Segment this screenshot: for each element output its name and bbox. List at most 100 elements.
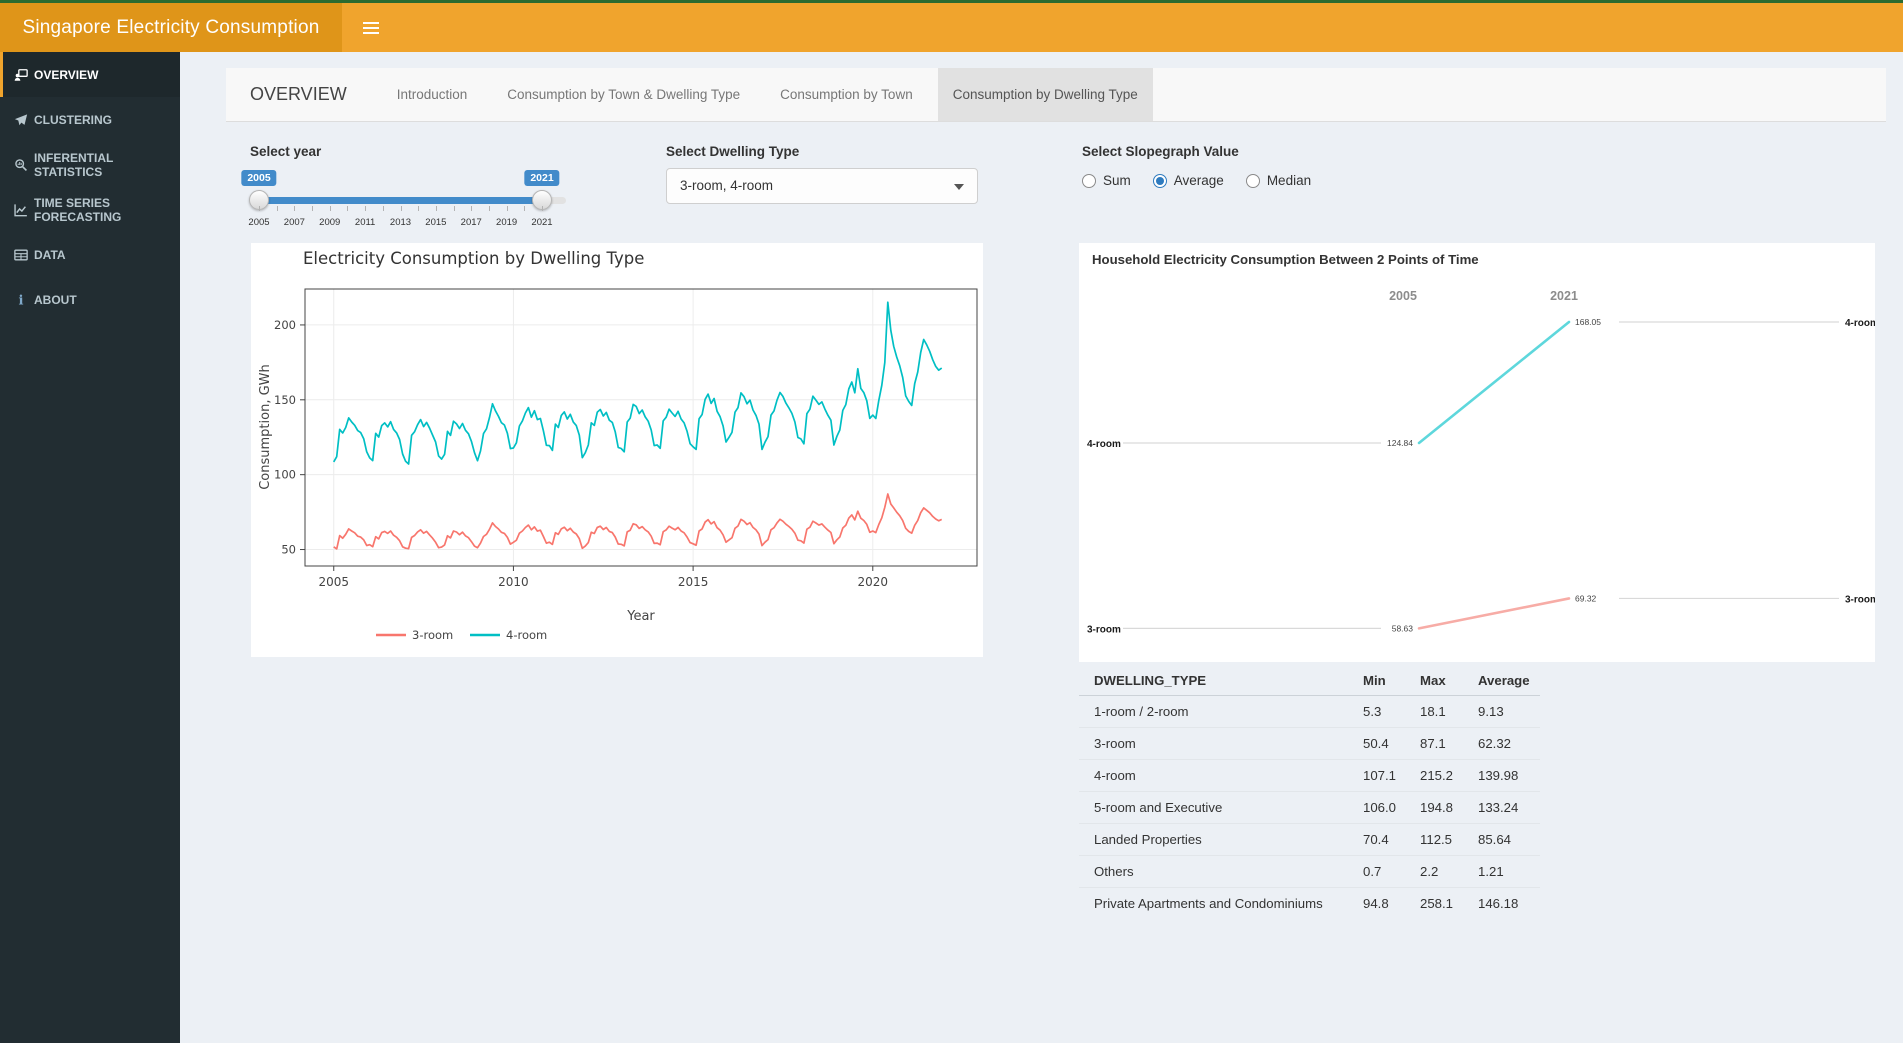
slider-from-bubble: 2005	[241, 170, 277, 186]
table-col-average: Average	[1478, 666, 1540, 696]
slider-range-fill[interactable]	[259, 197, 542, 204]
radio-option-label: Average	[1173, 173, 1224, 188]
table-cell: 194.8	[1420, 791, 1478, 824]
table-cell: 4-room	[1079, 759, 1363, 792]
svg-text:4-room: 4-room	[1845, 318, 1875, 329]
slider-tick-label: 2011	[354, 217, 376, 228]
sidebar-item-overview[interactable]: OVERVIEW	[0, 52, 180, 97]
slope-radio-group: Sum Average Median	[1082, 173, 1333, 188]
slider-tick	[259, 206, 260, 211]
table-cell: 106.0	[1363, 791, 1420, 824]
table-cell: 139.98	[1478, 759, 1540, 792]
plot-border	[304, 288, 978, 567]
slopegraph-chart[interactable]: 2005 2021 4-room 124.84 168.05 4-room 3-room 58…	[1079, 243, 1879, 662]
sidebar-toggle-icon[interactable]	[353, 17, 389, 39]
header: Singapore Electricity Consumption	[0, 3, 1903, 52]
radio-circle-icon	[1082, 173, 1096, 188]
slider-tick	[435, 206, 437, 211]
table-row: 1-room / 2-room 5.3 18.1 9.13	[1079, 695, 1540, 728]
slider-tick	[524, 206, 526, 211]
svg-text:100: 100	[274, 468, 296, 482]
radio-median[interactable]: Median	[1245, 173, 1312, 188]
table-icon	[14, 248, 28, 262]
svg-text:2020: 2020	[858, 575, 889, 589]
slider-tick	[294, 206, 296, 211]
chevron-down-icon	[954, 184, 964, 190]
slider-tick	[347, 206, 349, 211]
tab-consumption-by-town[interactable]: Consumption by Town	[765, 68, 928, 121]
slider-tick	[312, 206, 314, 211]
sidebar-item-label: TIME SERIES FORECASTING	[34, 195, 122, 224]
slider-tick-label: 2019	[496, 217, 518, 228]
slider-tick	[382, 206, 384, 211]
svg-text:3-room: 3-room	[1845, 594, 1875, 605]
svg-text:2005: 2005	[318, 575, 349, 589]
slider-tick-label: 2005	[248, 217, 270, 228]
sidebar-item-time-series-forecasting[interactable]: TIME SERIES FORECASTING	[0, 187, 180, 232]
radio-sum[interactable]: Sum	[1082, 173, 1131, 188]
tab-consumption-by-town-dwelling-type[interactable]: Consumption by Town & Dwelling Type	[492, 68, 755, 121]
table-cell: 85.64	[1478, 823, 1540, 856]
x-axis-title: Year	[626, 609, 655, 624]
table-cell: 5.3	[1363, 695, 1420, 728]
slope-year-header: 2021	[1550, 289, 1578, 303]
slope-series-4-room: 4-room 124.84 168.05 4-room	[1087, 317, 1879, 450]
sidebar-item-about[interactable]: i ABOUT	[0, 277, 180, 322]
year-slider-label: Select year	[250, 144, 322, 159]
dwelling-select-label: Select Dwelling Type	[666, 144, 800, 159]
app-title: Singapore Electricity Consumption	[22, 16, 320, 38]
sidebar-item-data[interactable]: DATA	[0, 232, 180, 277]
svg-text:69.32: 69.32	[1575, 593, 1597, 603]
sidebar-item-label: CLUSTERING	[34, 112, 112, 127]
table-cell: 215.2	[1420, 759, 1478, 792]
slider-tick	[506, 206, 508, 211]
paper-plane-icon	[14, 113, 28, 127]
table-cell: 94.8	[1363, 895, 1389, 911]
table-row: 5-room and Executive 106.0 194.8 133.24	[1079, 791, 1540, 824]
sidebar-item-inferential-statistics[interactable]: INFERENTIAL STATISTICS	[0, 142, 180, 187]
svg-text:124.84: 124.84	[1387, 438, 1413, 448]
timeseries-panel: Electricity Consumption by Dwelling Type…	[251, 243, 983, 657]
table-cell: 112.5	[1420, 823, 1478, 856]
app-logo[interactable]: Singapore Electricity Consumption	[0, 3, 342, 52]
table-cell: 146.18	[1478, 895, 1519, 911]
gridlines	[305, 289, 977, 566]
table-cell: 50.4	[1363, 727, 1420, 760]
table-cell: 258.1	[1420, 895, 1454, 911]
timeseries-chart[interactable]: 50 100 150 200 2005 2010 2015 2020 Consumption, …	[251, 243, 983, 657]
table-cell: Others	[1079, 855, 1363, 888]
radio-average[interactable]: Average	[1152, 173, 1224, 188]
tab-bar: OVERVIEW Introduction Consumption by Town…	[226, 68, 1886, 122]
sidebar-item-clustering[interactable]: CLUSTERING	[0, 97, 180, 142]
slider-tick-label: 2013	[389, 217, 412, 228]
slopegraph-value-control: Select Slopegraph Value Sum Average Median	[1082, 144, 1502, 188]
table-cell: 107.1	[1363, 759, 1420, 792]
legend-item-4-room[interactable]: 4-room	[470, 628, 547, 642]
table-col-min: Min	[1363, 666, 1420, 696]
radio-option-label: Median	[1266, 173, 1312, 188]
svg-text:150: 150	[274, 393, 296, 407]
tab-introduction[interactable]: Introduction	[382, 68, 483, 121]
line-chart-icon	[14, 203, 28, 217]
slider-tick	[418, 206, 420, 211]
dwelling-select[interactable]: 3-room, 4-room	[666, 168, 978, 204]
sidebar: OVERVIEW CLUSTERING INFERENTIAL STATISTICS…	[0, 52, 180, 1043]
series-3-room	[333, 493, 943, 550]
table-cell: 1-room / 2-room	[1079, 695, 1363, 728]
slope-series-3-room: 3-room 58.63 69.32 3-room	[1087, 593, 1879, 635]
table-cell: 9.13	[1478, 695, 1540, 728]
legend-item-3-room[interactable]: 3-room	[376, 628, 453, 642]
table-cell: Private Apartments and Condominiums	[1094, 895, 1323, 911]
slider-tick	[453, 206, 455, 211]
svg-text:2015: 2015	[678, 575, 709, 589]
table-row: 3-room 50.4 87.1 62.32	[1079, 727, 1540, 760]
slider-tick-label: 2021	[531, 217, 553, 228]
table-cell: 70.4	[1363, 823, 1420, 856]
tabset-title: OVERVIEW	[250, 84, 347, 104]
tab-consumption-by-dwelling-type[interactable]: Consumption by Dwelling Type	[937, 68, 1153, 121]
svg-text:168.05: 168.05	[1575, 317, 1601, 327]
slider-tick	[488, 206, 490, 211]
radio-option-label: Sum	[1103, 173, 1131, 188]
svg-text:4-room: 4-room	[1087, 439, 1121, 450]
slider-tick-label: 2017	[460, 217, 482, 228]
